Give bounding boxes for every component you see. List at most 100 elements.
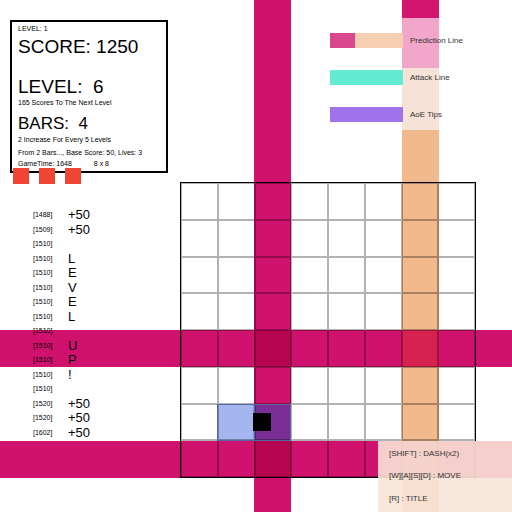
log-text: L (68, 252, 75, 266)
log-row: [1510] (33, 324, 90, 339)
log-row: [1488]+50 (33, 208, 90, 223)
log-row: [1510] (33, 382, 90, 397)
log-time: [1510] (33, 370, 68, 381)
board-cell (218, 293, 255, 330)
board-cell (365, 404, 402, 441)
log-time: [1510] (33, 254, 68, 265)
log-row: [1510]E (33, 266, 90, 281)
board-cell (291, 440, 328, 477)
log-row: [1520]+50 (33, 397, 90, 412)
control-hint: [SHIFT] : DASH(x2) (389, 448, 512, 460)
log-row: [1510]! (33, 368, 90, 383)
level-note: 165 Scores To The Next Level (18, 98, 160, 107)
board-cell (181, 293, 218, 330)
log-row: [1510] (33, 237, 90, 252)
log-time: [1602] (33, 428, 68, 439)
board-cell (291, 220, 328, 257)
board-cell (328, 367, 365, 404)
board-cell (402, 367, 439, 404)
score-log: [1488]+50[1509]+50[1510][1510]L[1510]E[1… (33, 208, 90, 440)
legend-label: AoE Tips (410, 109, 442, 121)
log-time: [1510] (33, 268, 68, 279)
log-time: [1510] (33, 239, 68, 250)
board-cell (402, 293, 439, 330)
controls-panel: [SHIFT] : DASH(x2)[W][A][S][D] : MOVE[R]… (378, 441, 512, 512)
board-cell (402, 330, 439, 367)
log-row: [1510]E (33, 295, 90, 310)
log-text: E (68, 295, 77, 309)
info: From 2 Bars..., Base Score: 50, Lives: 3 (18, 148, 160, 158)
board-cell (328, 330, 365, 367)
log-row: [1510]L (33, 252, 90, 267)
log-time: [1510] (33, 283, 68, 294)
board-cell (255, 293, 292, 330)
player[interactable] (253, 413, 271, 431)
log-text: V (68, 281, 77, 295)
board-cell (365, 257, 402, 294)
board-cell (328, 293, 365, 330)
log-time: [1510] (33, 297, 68, 308)
bar-crossing (254, 441, 291, 478)
board-cell (291, 257, 328, 294)
board-cell (291, 404, 328, 441)
board-cell (438, 404, 475, 441)
board-cell (328, 220, 365, 257)
board-cell (181, 183, 218, 220)
board-cell (181, 404, 218, 441)
log-row: [1520]+50 (33, 411, 90, 426)
log-time: [1510] (33, 355, 68, 366)
log-text: +50 (68, 223, 90, 237)
board-cell (255, 257, 292, 294)
log-text: +50 (68, 411, 90, 425)
board-cell (255, 440, 292, 477)
board-cell (181, 330, 218, 367)
board-cell (291, 293, 328, 330)
board-cell (365, 293, 402, 330)
legend: Prediction Line Attack Line AoE Tips (330, 33, 463, 122)
bars-count: BARS: 4 (18, 113, 160, 135)
board-cell (291, 367, 328, 404)
log-text: +50 (68, 208, 90, 222)
log-time: [1510] (33, 341, 68, 352)
board-cell (255, 330, 292, 367)
log-row: [1510]L (33, 310, 90, 325)
log-text: +50 (68, 397, 90, 411)
log-row: [1510]P (33, 353, 90, 368)
board-cell (181, 367, 218, 404)
log-text: ! (68, 368, 72, 382)
legend-swatch (330, 107, 403, 122)
board-cell (438, 367, 475, 404)
board-cell (181, 440, 218, 477)
log-row: [1510]U (33, 339, 90, 354)
bar-crossing (254, 330, 291, 367)
board-cell (438, 293, 475, 330)
log-time: [1510] (33, 326, 68, 337)
legend-swatch (330, 70, 403, 85)
life-icon (13, 168, 29, 184)
log-row: [1510]V (33, 281, 90, 296)
board (180, 182, 476, 478)
board-cell (438, 330, 475, 367)
board-cell (365, 330, 402, 367)
log-time: [1520] (33, 399, 68, 410)
log-text: +50 (68, 426, 90, 440)
board-cell (181, 220, 218, 257)
board-cell (181, 257, 218, 294)
life-icon (65, 168, 81, 184)
grid-size: 8 x 8 (94, 159, 109, 169)
board-cell (365, 367, 402, 404)
log-text: P (68, 353, 77, 367)
board-cell (328, 404, 365, 441)
legend-swatch (330, 33, 403, 48)
hud-title: LEVEL: 1 (18, 24, 160, 34)
legend-label: Attack Line (410, 72, 450, 84)
log-time: [1510] (33, 312, 68, 323)
board-cell (218, 367, 255, 404)
board-cell (402, 257, 439, 294)
level: LEVEL: 6 (18, 76, 160, 98)
legend-label: Prediction Line (410, 35, 463, 47)
log-text: U (68, 339, 77, 353)
board-cell (218, 440, 255, 477)
board-cell (218, 183, 255, 220)
log-row: [1509]+50 (33, 223, 90, 238)
